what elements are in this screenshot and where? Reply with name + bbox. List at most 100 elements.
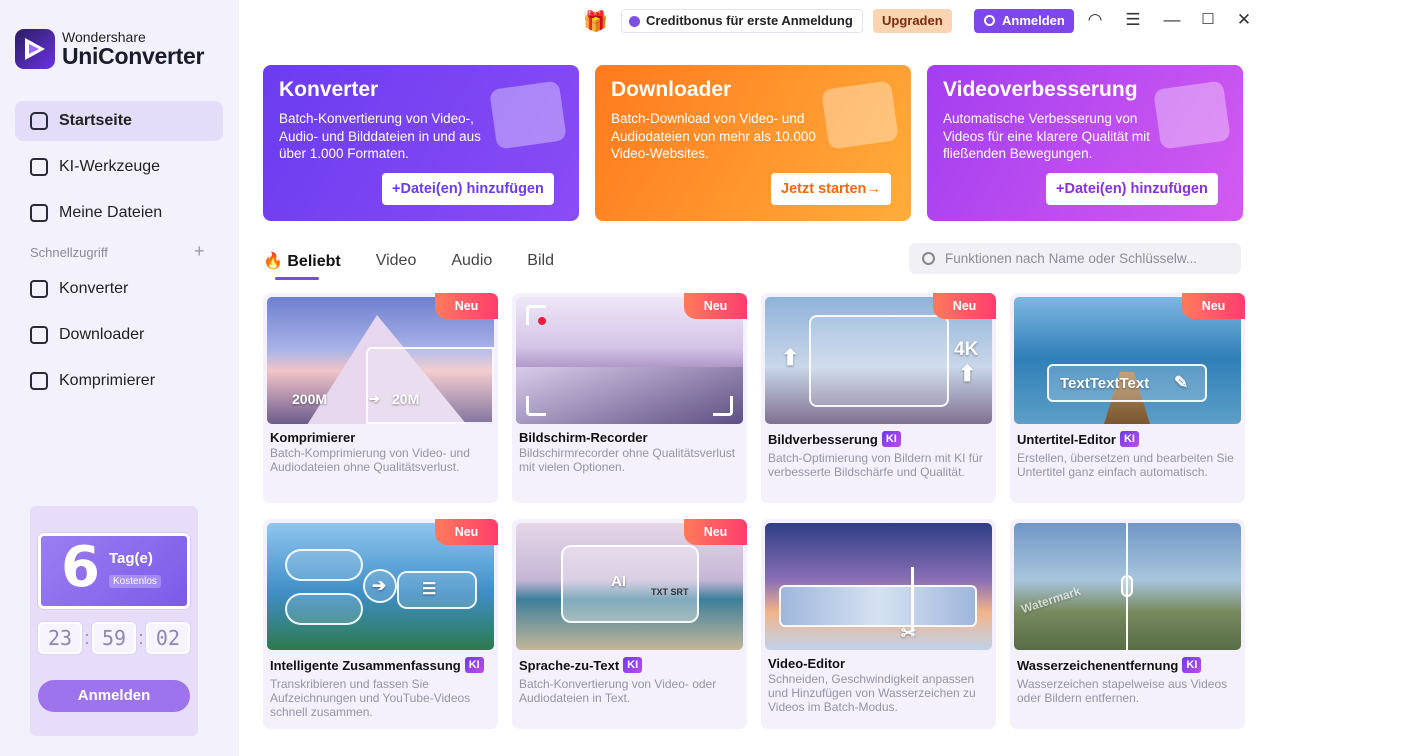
downloader-card[interactable]: Downloader Batch-Download von Video- und…: [595, 65, 911, 221]
ai-enhance-illustration-icon: [1153, 80, 1231, 150]
countdown-hours: 23: [38, 622, 82, 654]
sidebar-item-label: Downloader: [59, 326, 145, 343]
ai-badge: KI: [881, 431, 901, 447]
card-title: Videoverbesserung: [943, 78, 1138, 101]
tool-title: Bildverbesserung KI: [768, 431, 901, 447]
ai-badge: KI: [623, 657, 643, 673]
ai-badge: KI: [1119, 431, 1139, 447]
maximize-icon[interactable]: ☐: [1197, 10, 1219, 30]
list-icon: ☰: [422, 581, 437, 598]
trial-days-box: 6 Tag(e) Kostenlos: [38, 533, 190, 609]
login-button[interactable]: Anmelden: [974, 9, 1074, 33]
new-badge: Neu: [684, 293, 747, 319]
tool-description: Schneiden, Geschwindigkeit anpassen und …: [768, 672, 976, 714]
tool-card-intelligente-zusammenfassung[interactable]: ➔ ☰ Neu Intelligente Zusammenfassung KI T…: [263, 519, 498, 729]
close-icon[interactable]: ✕: [1233, 10, 1255, 30]
compressor-icon: [30, 372, 48, 390]
uniconverter-logo-icon: [15, 29, 55, 69]
card-description: Batch-Konvertierung von Video-, Audio- u…: [279, 111, 481, 161]
downloader-illustration-icon: [821, 80, 899, 150]
tool-card-untertitel-editor[interactable]: TextTextText ✎ Neu Untertitel-Editor KI E…: [1010, 293, 1245, 503]
tool-description: Erstellen, übersetzen und bearbeiten Sie…: [1017, 451, 1234, 479]
converter-illustration-icon: [489, 80, 567, 150]
sidebar: Wondershare UniConverter Startseite KI-W…: [0, 0, 239, 756]
sidebar-item-ki-werkzeuge[interactable]: KI-Werkzeuge: [15, 147, 223, 187]
home-icon: [30, 112, 48, 130]
tab-video[interactable]: Video: [376, 252, 417, 270]
card-description: Batch-Download von Video- und Audiodatei…: [611, 111, 816, 161]
sidebar-item-meine-dateien[interactable]: Meine Dateien: [15, 193, 223, 233]
quick-access-heading: Schnellzugriff: [30, 245, 108, 260]
tool-card-wasserzeichenentfernung[interactable]: Watermark Wasserzeichenentfernung KI Wass…: [1010, 519, 1245, 729]
trial-free-label: Kostenlos: [109, 575, 161, 588]
category-tabs: 🔥 Beliebt Video Audio Bild: [263, 244, 589, 280]
sidebar-item-label: Meine Dateien: [59, 204, 163, 221]
credit-bonus-button[interactable]: Creditbonus für erste Anmeldung: [621, 9, 863, 33]
countdown-seconds: 02: [145, 622, 190, 654]
tool-card-sprache-zu-text[interactable]: AI TXT SRT Neu Sprache-zu-Text KI Batch-K…: [512, 519, 747, 729]
trial-days-unit: Tag(e): [109, 550, 153, 567]
fire-icon: 🔥: [263, 253, 283, 270]
tool-card-video-editor[interactable]: ✂ Video-Editor Schneiden, Geschwindigkei…: [761, 519, 996, 729]
headset-support-icon[interactable]: ◠: [1084, 10, 1106, 30]
search-input[interactable]: Funktionen nach Name oder Schlüsselw...: [909, 243, 1241, 274]
downloader-icon: [30, 326, 48, 344]
tool-description: Wasserzeichen stapelweise aus Videos ode…: [1017, 677, 1228, 705]
tab-beliebt[interactable]: 🔥 Beliebt: [263, 251, 341, 280]
title-bar: 🎁 Creditbonus für erste Anmeldung Upgrad…: [239, 0, 1425, 42]
minimize-icon[interactable]: —: [1161, 10, 1183, 30]
new-badge: Neu: [933, 293, 996, 319]
tab-bild[interactable]: Bild: [527, 252, 554, 270]
converter-card[interactable]: Konverter Batch-Konvertierung von Video-…: [263, 65, 579, 221]
converter-icon: [30, 280, 48, 298]
tab-audio[interactable]: Audio: [451, 252, 492, 270]
tool-title: Wasserzeichenentfernung KI: [1017, 657, 1202, 673]
tool-description: Transkribieren und fassen Sie Aufzeichnu…: [270, 677, 471, 719]
card-title: Downloader: [611, 78, 732, 101]
trial-login-button[interactable]: Anmelden: [38, 680, 190, 712]
sidebar-item-startseite[interactable]: Startseite: [15, 101, 223, 141]
trial-panel: 6 Tag(e) Kostenlos 23 : 59 : 02 Anmelden: [30, 506, 198, 736]
files-icon: [30, 204, 48, 222]
sidebar-item-komprimierer[interactable]: Komprimierer: [15, 361, 223, 401]
upgrade-button[interactable]: Upgraden: [873, 9, 952, 33]
tool-thumbnail: Watermark: [1014, 523, 1241, 650]
countdown-minutes: 59: [91, 622, 136, 654]
add-files-button[interactable]: +Datei(en) hinzufügen: [382, 173, 554, 205]
ai-tools-icon: [30, 158, 48, 176]
tool-thumbnail: ✂: [765, 523, 992, 650]
card-title: Konverter: [279, 78, 379, 101]
tool-title: Video-Editor: [768, 656, 846, 671]
new-badge: Neu: [684, 519, 747, 545]
new-badge: Neu: [1182, 293, 1245, 319]
tool-description: Batch-Komprimierung von Video- und Audio…: [270, 446, 470, 474]
video-enhancement-card[interactable]: Videoverbesserung Automatische Verbesser…: [927, 65, 1243, 221]
app-name: UniConverter: [62, 43, 205, 69]
arrow-up-icon: ⬆: [781, 345, 800, 370]
add-quick-access-icon[interactable]: +: [194, 241, 205, 262]
scissors-icon: ✂: [901, 623, 917, 643]
tool-title: Sprache-zu-Text KI: [519, 657, 643, 673]
tool-title: Intelligente Zusammenfassung KI: [270, 657, 484, 673]
sidebar-item-label: Komprimierer: [59, 372, 156, 389]
tool-description: Bildschirmrecorder ohne Qualitätsverlust…: [519, 446, 736, 474]
sidebar-item-konverter[interactable]: Konverter: [15, 269, 223, 309]
tool-card-bildverbesserung[interactable]: ⬆ 4K ⬆ Neu Bildverbesserung KI Batch-Opti…: [761, 293, 996, 503]
tool-card-bildschirm-recorder[interactable]: Neu Bildschirm-Recorder Bildschirmrecord…: [512, 293, 747, 503]
arrow-up-icon: ⬆: [958, 361, 977, 386]
start-now-button[interactable]: Jetzt starten→: [771, 173, 891, 205]
tool-title: Untertitel-Editor KI: [1017, 431, 1139, 447]
tool-description: Batch-Optimierung von Bildern mit KI für…: [768, 451, 983, 479]
menu-icon[interactable]: ☰: [1122, 10, 1144, 30]
trial-countdown: 23 : 59 : 02: [38, 622, 190, 654]
add-files-button[interactable]: +Datei(en) hinzufügen: [1046, 173, 1218, 205]
sidebar-item-label: Konverter: [59, 280, 129, 297]
trial-days-count: 6: [61, 535, 100, 600]
pencil-icon: ✎: [1174, 373, 1189, 392]
gift-icon[interactable]: 🎁: [583, 9, 608, 34]
tool-card-komprimierer[interactable]: 200M ➔ 20M Neu Komprimierer Batch-Kompri…: [263, 293, 498, 503]
app-logo: Wondershare UniConverter: [15, 29, 204, 69]
new-badge: Neu: [435, 293, 498, 319]
tool-title: Bildschirm-Recorder: [519, 430, 648, 445]
sidebar-item-downloader[interactable]: Downloader: [15, 315, 223, 355]
